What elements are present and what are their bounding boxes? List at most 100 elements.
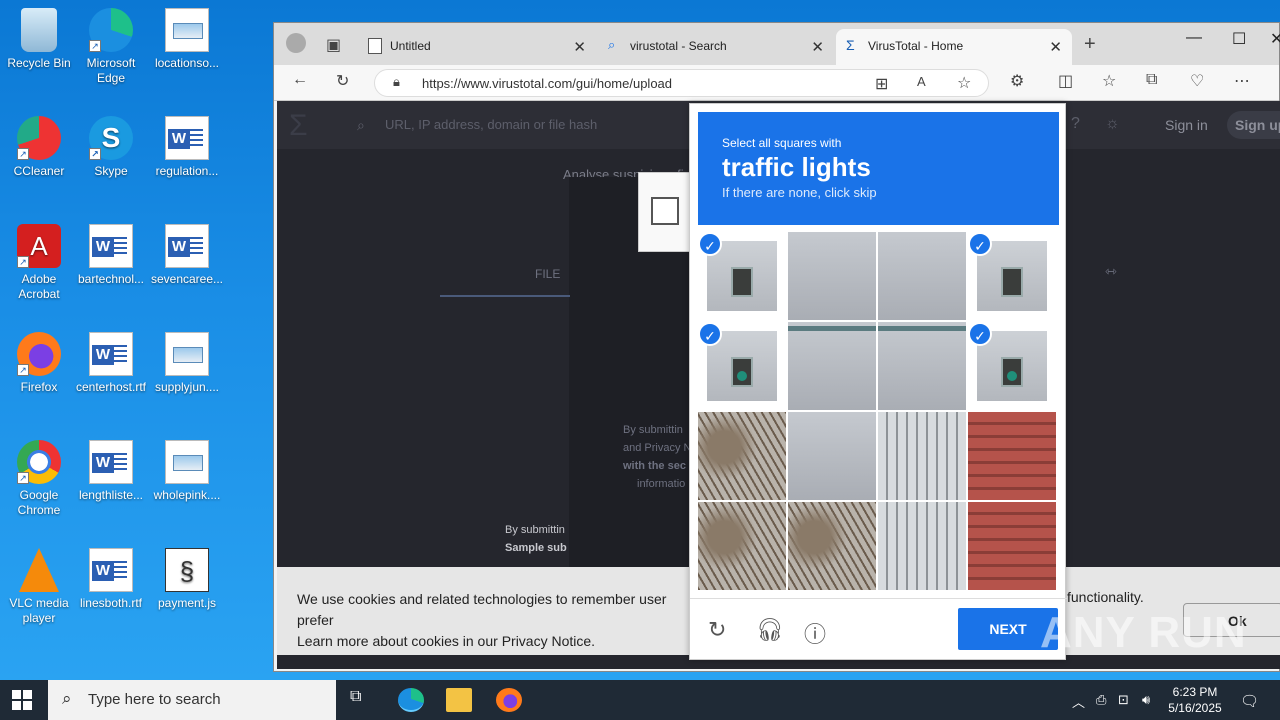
check-icon: ✓ (698, 232, 722, 256)
desktop-icon-label: Adobe Acrobat (18, 272, 60, 301)
favorites-icon[interactable]: ☆ (1102, 71, 1116, 91)
desktop-icon-label: Firefox (20, 380, 58, 394)
url-text: https://www.virustotal.com/gui/home/uplo… (422, 76, 673, 91)
desktop-icon-microsoft-edge[interactable]: ↗ Microsoft Edge (72, 8, 150, 86)
desktop-icon-adobe-acrobat[interactable]: A ↗ Adobe Acrobat (0, 224, 78, 302)
info-icon[interactable]: ⓘ (804, 617, 826, 649)
captcha-tile[interactable]: ✓ (968, 322, 1056, 410)
read-aloud-icon[interactable]: A (917, 74, 926, 89)
clock-date: 5/16/2025 (1168, 701, 1222, 715)
word-document-icon: W (165, 224, 209, 268)
split-screen-icon[interactable]: ◫ (1058, 71, 1073, 91)
close-icon[interactable]: ✕ (573, 38, 586, 56)
tab-file[interactable]: FILE (535, 267, 560, 281)
captcha-tile[interactable] (878, 322, 966, 410)
tab-virustotal-home[interactable]: Σ VirusTotal - Home ✕ (836, 29, 1072, 65)
desktop-icon-bartechnol[interactable]: W bartechnol... (72, 224, 150, 287)
reload-icon[interactable]: ↻ (708, 617, 726, 643)
virustotal-logo-icon[interactable]: Σ (289, 109, 308, 143)
new-tab-icon[interactable]: + (1084, 33, 1096, 56)
device-icon[interactable]: ⎙ (1096, 692, 1106, 708)
desktop-icon-linesboth[interactable]: W linesboth.rtf (72, 548, 150, 611)
captcha-tile[interactable] (878, 502, 966, 590)
edge-taskbar-icon[interactable] (398, 688, 424, 712)
desktop-icon-label: supplyjun.... (154, 380, 220, 394)
tab-virustotal-search[interactable]: ⌕ virustotal - Search ✕ (598, 29, 834, 65)
favorite-star-icon[interactable]: ☆ (957, 73, 971, 93)
close-window-icon[interactable]: ✕ (1270, 29, 1280, 49)
word-document-icon: W (89, 548, 133, 592)
vlc-icon (19, 548, 59, 592)
desktop-icon-sevencaree[interactable]: W sevencaree... (148, 224, 226, 287)
close-icon[interactable]: ✕ (1049, 38, 1062, 56)
privacy-notice-link[interactable]: Privacy Notice (502, 633, 591, 649)
captcha-tile[interactable] (968, 412, 1056, 500)
help-icon[interactable]: ? (1071, 115, 1080, 133)
captcha-tile[interactable] (788, 502, 876, 590)
desktop-icon-supplyjun[interactable]: supplyjun.... (148, 332, 226, 395)
desktop-icon-ccleaner[interactable]: ↗ CCleaner (0, 116, 78, 179)
cookie-line-2: Learn more about cookies in our (297, 633, 502, 649)
desktop-icon-google-chrome[interactable]: ↗ Google Chrome (0, 440, 78, 518)
network-icon[interactable]: ⊡ (1118, 692, 1129, 708)
skype-icon: S ↗ (89, 116, 133, 160)
lock-icon[interactable]: 🔒︎ (393, 74, 400, 90)
back-icon[interactable]: ← (292, 71, 308, 89)
captcha-grid: ✓ ✓ ✓ ✓ (698, 232, 1058, 590)
windows-start-icon[interactable] (12, 690, 32, 710)
recycle-bin-icon (21, 8, 57, 52)
tab-actions-icon[interactable]: ▣ (326, 35, 341, 55)
desktop-icon-skype[interactable]: S ↗ Skype (72, 116, 150, 179)
captcha-tile[interactable] (968, 502, 1056, 590)
sign-in-link[interactable]: Sign in (1165, 117, 1208, 133)
desktop-icon-payment-js[interactable]: § payment.js (148, 548, 226, 611)
captcha-tile[interactable] (878, 232, 966, 320)
notifications-icon[interactable]: 🗨︎ (1240, 692, 1259, 710)
captcha-tile[interactable] (788, 232, 876, 320)
maximize-icon[interactable]: ☐ (1232, 29, 1246, 49)
desktop-icon-locationso[interactable]: locationso... (148, 8, 226, 71)
captcha-tile[interactable]: ✓ (968, 232, 1056, 320)
chevron-up-icon[interactable]: ︿ (1072, 692, 1085, 711)
captcha-tile[interactable] (788, 322, 876, 410)
volume-icon[interactable]: 🔊︎ (1142, 692, 1150, 708)
collections-icon[interactable]: ⧉ (1146, 71, 1157, 89)
code-icon[interactable]: ⇿ (1105, 263, 1117, 280)
desktop-icon-label: sevencaree... (150, 272, 224, 286)
file-explorer-icon[interactable] (446, 688, 472, 712)
close-icon[interactable]: ✕ (811, 38, 824, 56)
vt-search-input[interactable]: URL, IP address, domain or file hash (385, 117, 597, 132)
firefox-taskbar-icon[interactable] (496, 688, 522, 712)
desktop-icon-regulation[interactable]: W regulation... (148, 116, 226, 179)
headphones-icon[interactable]: 🎧︎ (756, 617, 784, 643)
desktop-icon-vlc[interactable]: VLC media player (0, 548, 78, 626)
theme-icon[interactable]: ☼ (1105, 115, 1120, 133)
desktop-icon-wholepink[interactable]: wholepink.... (148, 440, 226, 503)
desktop-icon-firefox[interactable]: ↗ Firefox (0, 332, 78, 395)
page-icon (368, 38, 382, 54)
task-view-icon[interactable]: ⧉ (350, 688, 376, 712)
captcha-tile[interactable] (878, 412, 966, 500)
captcha-tile[interactable]: ✓ (698, 322, 786, 410)
url-input[interactable]: 🔒︎ https://www.virustotal.com/gui/home/u… (374, 69, 989, 97)
minimize-icon[interactable]: — (1186, 29, 1202, 47)
captcha-tile[interactable] (788, 412, 876, 500)
extensions-icon[interactable]: ⚙ (1010, 71, 1024, 91)
taskbar-search-input[interactable]: ⌕ Type here to search (48, 680, 336, 720)
desktop-icon-recycle-bin[interactable]: Recycle Bin (0, 8, 78, 71)
captcha-challenge: Select all squares with traffic lights I… (689, 103, 1067, 660)
performance-icon[interactable]: ♡ (1190, 71, 1204, 91)
captcha-tile[interactable] (698, 412, 786, 500)
app-available-icon[interactable]: ⊞ (875, 74, 888, 94)
recaptcha-checkbox[interactable] (651, 197, 679, 225)
profile-avatar[interactable] (286, 33, 306, 53)
sign-up-button[interactable]: Sign up (1227, 111, 1280, 139)
desktop-icon-lengthliste[interactable]: W lengthliste... (72, 440, 150, 503)
tab-untitled[interactable]: Untitled ✕ (358, 29, 596, 65)
more-options-icon[interactable]: ⋯ (1234, 71, 1250, 91)
system-clock[interactable]: 6:23 PM 5/16/2025 (1160, 684, 1230, 716)
captcha-tile[interactable]: ✓ (698, 232, 786, 320)
refresh-icon[interactable]: ↻ (336, 71, 349, 91)
captcha-tile[interactable] (698, 502, 786, 590)
desktop-icon-centerhost[interactable]: W centerhost.rtf (72, 332, 150, 395)
